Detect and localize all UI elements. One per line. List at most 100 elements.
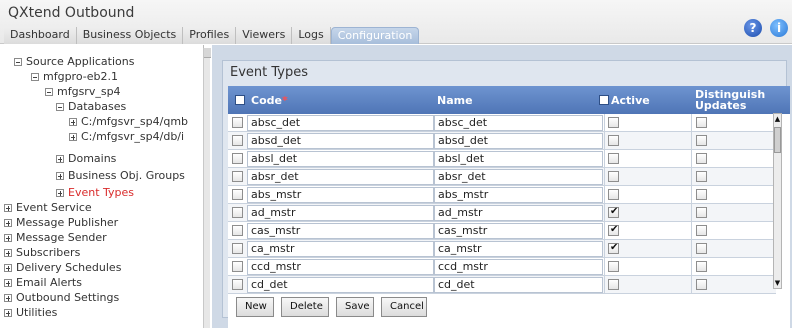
- tree-item-event-types[interactable]: Event Types: [56, 186, 134, 200]
- row-select-checkbox[interactable]: [232, 243, 243, 254]
- tree-item-databases[interactable]: Databases: [56, 100, 126, 114]
- name-field[interactable]: absd_det: [434, 133, 603, 149]
- tree-item-domains[interactable]: Domains: [56, 152, 116, 166]
- row-select-checkbox[interactable]: [232, 261, 243, 272]
- code-field[interactable]: absc_det: [247, 115, 434, 131]
- distinguish-updates-checkbox[interactable]: [696, 189, 707, 200]
- table-row[interactable]: absl_det absl_det: [228, 150, 776, 168]
- tree-item-mfgpro-eb2.1[interactable]: mfgpro-eb2.1: [31, 70, 118, 84]
- expand-icon[interactable]: [4, 309, 12, 317]
- active-checkbox[interactable]: [608, 279, 619, 290]
- tab-profiles[interactable]: Profiles: [183, 27, 237, 44]
- table-row[interactable]: cas_mstr cas_mstr: [228, 222, 776, 240]
- help-icon[interactable]: ?: [744, 19, 762, 37]
- table-row[interactable]: ca_mstr ca_mstr: [228, 240, 776, 258]
- tree-scrollbar[interactable]: [203, 48, 211, 328]
- expand-icon[interactable]: [4, 279, 12, 287]
- table-row[interactable]: cd_det cd_det: [228, 276, 776, 294]
- code-field[interactable]: ca_mstr: [247, 241, 434, 257]
- tab-business-objects[interactable]: Business Objects: [76, 27, 184, 44]
- column-header-distinguish-updates[interactable]: Distinguish Updates: [695, 89, 765, 111]
- name-field[interactable]: cas_mstr: [434, 223, 603, 239]
- row-select-checkbox[interactable]: [232, 225, 243, 236]
- code-field[interactable]: ccd_mstr: [247, 259, 434, 275]
- expand-icon[interactable]: [4, 294, 12, 302]
- distinguish-updates-checkbox[interactable]: [696, 171, 707, 182]
- tree-item-subscribers[interactable]: Subscribers: [4, 246, 80, 260]
- name-field[interactable]: absl_det: [434, 151, 603, 167]
- code-field[interactable]: absr_det: [247, 169, 434, 185]
- active-checkbox[interactable]: [608, 153, 619, 164]
- expand-icon[interactable]: [4, 219, 12, 227]
- distinguish-updates-checkbox[interactable]: [696, 243, 707, 254]
- code-field[interactable]: cd_det: [247, 277, 434, 293]
- scroll-up-icon[interactable]: [204, 48, 211, 58]
- cancel-button[interactable]: Cancel: [381, 297, 427, 317]
- distinguish-updates-checkbox[interactable]: [696, 153, 707, 164]
- name-field[interactable]: ccd_mstr: [434, 259, 603, 275]
- distinguish-updates-checkbox[interactable]: [696, 117, 707, 128]
- code-field[interactable]: abs_mstr: [247, 187, 434, 203]
- tab-logs[interactable]: Logs: [292, 27, 331, 44]
- info-icon[interactable]: i: [770, 19, 788, 37]
- new-button[interactable]: New: [236, 297, 274, 317]
- name-field[interactable]: cd_det: [434, 277, 603, 293]
- row-select-checkbox[interactable]: [232, 135, 243, 146]
- row-select-checkbox[interactable]: [232, 207, 243, 218]
- active-checkbox[interactable]: [608, 117, 619, 128]
- expand-icon[interactable]: [4, 264, 12, 272]
- name-field[interactable]: ad_mstr: [434, 205, 603, 221]
- expand-icon[interactable]: [56, 189, 64, 197]
- tree-item-message-publisher[interactable]: Message Publisher: [4, 216, 118, 230]
- scroll-up-icon[interactable]: ▲: [774, 114, 781, 124]
- save-button[interactable]: Save: [336, 297, 374, 317]
- scroll-down-icon[interactable]: ▼: [774, 278, 781, 288]
- distinguish-updates-checkbox[interactable]: [696, 261, 707, 272]
- table-row[interactable]: abs_mstr abs_mstr: [228, 186, 776, 204]
- expand-icon[interactable]: [4, 204, 12, 212]
- table-row[interactable]: absc_det absc_det: [228, 114, 776, 132]
- name-field[interactable]: abs_mstr: [434, 187, 603, 203]
- tab-configuration[interactable]: Configuration: [330, 27, 420, 44]
- tree-item-database-qmb[interactable]: C:/mfgsvr_sp4/qmb: [69, 115, 188, 129]
- column-header-active[interactable]: Active: [611, 94, 650, 107]
- grid-scrollbar[interactable]: ▲ ▼: [773, 113, 782, 289]
- collapse-icon[interactable]: [45, 88, 53, 96]
- tree-item-message-sender[interactable]: Message Sender: [4, 231, 107, 245]
- table-row[interactable]: ccd_mstr ccd_mstr: [228, 258, 776, 276]
- code-field[interactable]: cas_mstr: [247, 223, 434, 239]
- row-select-checkbox[interactable]: [232, 171, 243, 182]
- delete-button[interactable]: Delete: [281, 297, 329, 317]
- active-all-checkbox[interactable]: [599, 95, 609, 105]
- distinguish-updates-checkbox[interactable]: [696, 135, 707, 146]
- row-select-checkbox[interactable]: [232, 279, 243, 290]
- collapse-icon[interactable]: [56, 103, 64, 111]
- code-field[interactable]: absl_det: [247, 151, 434, 167]
- distinguish-updates-checkbox[interactable]: [696, 279, 707, 290]
- row-select-checkbox[interactable]: [232, 189, 243, 200]
- column-header-code[interactable]: Code*: [251, 94, 288, 107]
- name-field[interactable]: absr_det: [434, 169, 603, 185]
- tree-item-outbound-settings[interactable]: Outbound Settings: [4, 291, 119, 305]
- row-select-checkbox[interactable]: [232, 117, 243, 128]
- name-field[interactable]: ca_mstr: [434, 241, 603, 257]
- column-header-name[interactable]: Name: [437, 94, 473, 107]
- table-row[interactable]: absd_det absd_det: [228, 132, 776, 150]
- table-row[interactable]: ad_mstr ad_mstr: [228, 204, 776, 222]
- tree-item-mfgsrv-sp4[interactable]: mfgsrv_sp4: [45, 85, 121, 99]
- select-all-checkbox[interactable]: [235, 95, 245, 105]
- tree-item-delivery-schedules[interactable]: Delivery Schedules: [4, 261, 121, 275]
- tree-item-event-service[interactable]: Event Service: [4, 201, 92, 215]
- active-checkbox[interactable]: [608, 171, 619, 182]
- tree-item-source-applications[interactable]: Source Applications: [14, 55, 134, 69]
- distinguish-updates-checkbox[interactable]: [696, 207, 707, 218]
- active-checkbox[interactable]: [608, 189, 619, 200]
- tree-item-email-alerts[interactable]: Email Alerts: [4, 276, 82, 290]
- row-select-checkbox[interactable]: [232, 153, 243, 164]
- expand-icon[interactable]: [69, 118, 77, 126]
- expand-icon[interactable]: [69, 133, 77, 141]
- tree-item-utilities[interactable]: Utilities: [4, 306, 57, 320]
- active-checkbox[interactable]: [608, 135, 619, 146]
- active-checkbox[interactable]: [608, 261, 619, 272]
- expand-icon[interactable]: [56, 172, 64, 180]
